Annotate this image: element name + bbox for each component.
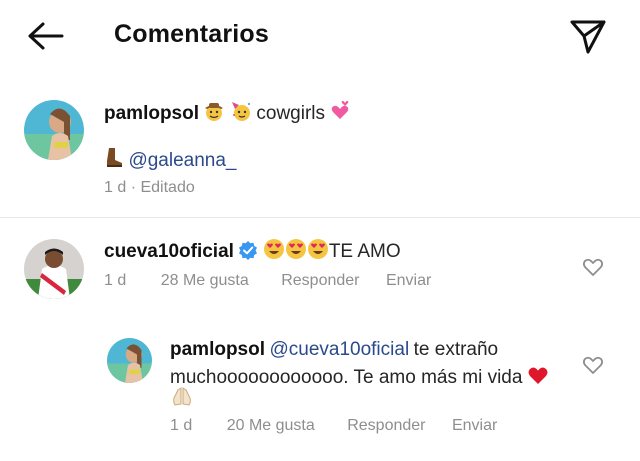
send-button[interactable]: Enviar [452, 417, 497, 434]
heart-eyes-icon [307, 238, 329, 265]
comment-2-line-1: pamlopsol @cueva10oficial te extraño [170, 339, 498, 361]
comment-mention[interactable]: @cueva10oficial [269, 339, 409, 360]
comment-text-line-2: muchoooooooooooo. Te amo más mi vida [170, 367, 523, 388]
caption-line-1: pamlopsol cowgirls [104, 100, 351, 127]
page-title: Comentarios [114, 20, 270, 48]
comment-time: 1 d [104, 272, 127, 289]
likes-count[interactable]: 28 Me gusta [161, 272, 249, 289]
comment-1-meta: 1 d 28 Me gusta Responder Enviar [104, 272, 431, 290]
partying-face-icon [230, 100, 252, 127]
avatar[interactable] [24, 239, 84, 299]
caption-username[interactable]: pamlopsol [104, 103, 199, 124]
caption-edited: Editado [140, 179, 195, 196]
divider [0, 217, 640, 218]
send-button[interactable]: Enviar [386, 272, 431, 289]
comment-text-line-1: te extraño [413, 339, 499, 360]
comment-2-line-2: muchoooooooooooo. Te amo más mi vida [170, 364, 549, 391]
praying-hands-icon [170, 386, 194, 413]
caption-meta: 1 d · Editado [104, 179, 195, 197]
comment-1-body: cueva10oficial TE AMO [104, 238, 401, 265]
heart-eyes-icon [285, 238, 307, 265]
heart-outline-icon [582, 258, 604, 276]
meta-separator: · [130, 179, 137, 196]
caption-text: cowgirls [256, 103, 325, 124]
comment-username[interactable]: pamlopsol [170, 339, 265, 360]
comment-text: TE AMO [328, 241, 401, 262]
comment-time: 1 d [170, 417, 193, 434]
like-button[interactable] [582, 354, 604, 381]
heart-outline-icon [582, 356, 604, 374]
heart-eyes-icon [263, 238, 285, 265]
red-heart-icon [527, 364, 549, 391]
caption-line-2: @galeanna_ [104, 147, 237, 174]
likes-count[interactable]: 20 Me gusta [227, 417, 315, 434]
share-button[interactable] [566, 14, 610, 58]
two-hearts-icon [329, 100, 351, 127]
arrow-left-icon [28, 22, 64, 50]
boot-icon [104, 147, 124, 174]
reply-button[interactable]: Responder [347, 417, 425, 434]
verified-badge-icon [238, 240, 258, 265]
caption-time: 1 d [104, 179, 127, 196]
avatar[interactable] [107, 338, 152, 383]
back-button[interactable] [22, 16, 70, 56]
like-button[interactable] [582, 256, 604, 283]
caption-mention[interactable]: @galeanna_ [128, 150, 236, 171]
reply-button[interactable]: Responder [281, 272, 359, 289]
header: Comentarios [0, 0, 640, 70]
cowboy-face-icon [203, 100, 225, 127]
avatar[interactable] [24, 100, 84, 160]
paper-plane-icon [570, 20, 606, 54]
comment-username[interactable]: cueva10oficial [104, 241, 234, 262]
comment-2-meta: 1 d 20 Me gusta Responder Enviar [170, 417, 497, 435]
comment-2-line-3 [170, 386, 194, 413]
